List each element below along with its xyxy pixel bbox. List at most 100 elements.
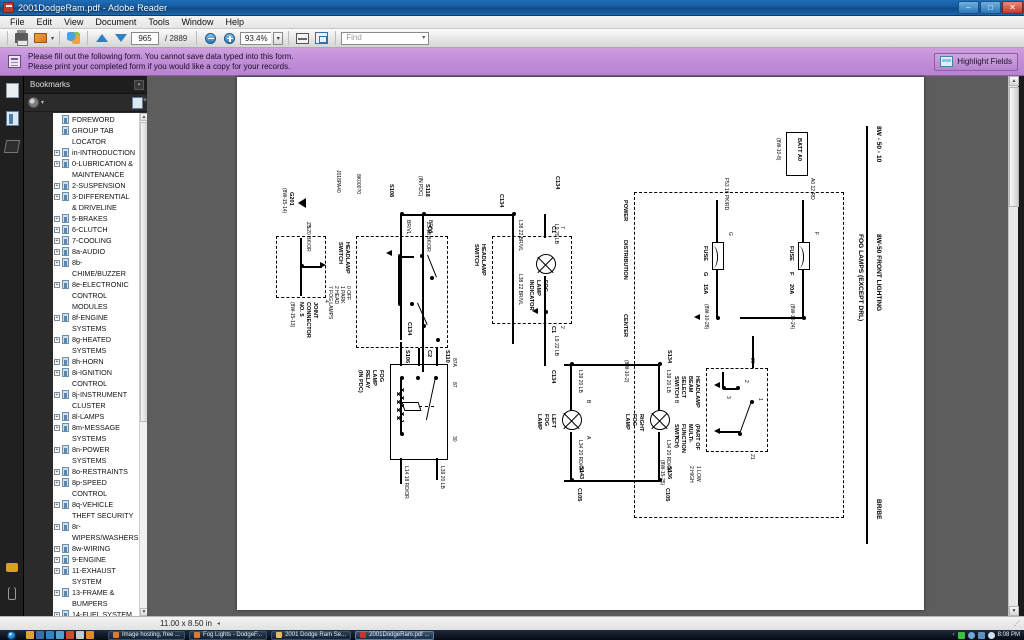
expand-plus-icon[interactable]: + xyxy=(54,193,60,200)
expand-plus-icon[interactable]: + xyxy=(54,424,60,431)
bookmark-item[interactable]: +8o-RESTRAINTS xyxy=(53,466,138,477)
page-size-caret-icon[interactable]: ◂ xyxy=(217,620,220,627)
doc-scroll-thumb[interactable] xyxy=(1009,87,1019,207)
expand-plus-icon[interactable]: + xyxy=(54,259,60,266)
expand-plus-icon[interactable]: + xyxy=(54,556,60,563)
document-scrollbar[interactable]: ▲ ▼ xyxy=(1008,76,1019,616)
bookmark-item[interactable]: +8j-INSTRUMENT CLUSTER xyxy=(53,389,138,411)
doc-scroll-down[interactable]: ▼ xyxy=(1009,606,1019,616)
taskbar-button[interactable]: Fog Lights - DodgeF... xyxy=(189,630,268,640)
menu-document[interactable]: Document xyxy=(89,16,142,28)
expand-plus-icon[interactable]: + xyxy=(54,567,60,574)
expand-plus-icon[interactable]: + xyxy=(54,545,60,552)
bookmark-item[interactable]: +2-SUSPENSION xyxy=(53,180,138,191)
bookmark-item[interactable]: +0-LUBRICATION & MAINTENANCE xyxy=(53,158,138,180)
expand-plus-icon[interactable]: + xyxy=(54,589,60,596)
email-caret[interactable]: ▾ xyxy=(51,35,54,42)
bookmark-item[interactable]: +8n-POWER SYSTEMS xyxy=(53,444,138,466)
bookmark-item[interactable]: +7-COOLING xyxy=(53,235,138,246)
bookmark-item[interactable]: +8h-HORN xyxy=(53,356,138,367)
bookmark-item[interactable]: +8w-WIRING xyxy=(53,543,138,554)
print-button[interactable] xyxy=(13,30,30,46)
menu-help[interactable]: Help xyxy=(219,16,250,28)
bookmark-item[interactable]: +3-DIFFERENTIAL & DRIVELINE xyxy=(53,191,138,213)
page-number-input[interactable]: 965 xyxy=(131,31,160,45)
explorer-icon[interactable] xyxy=(76,631,84,639)
opera-icon[interactable] xyxy=(66,631,74,639)
nvidia-icon[interactable] xyxy=(957,631,965,639)
expand-plus-icon[interactable]: + xyxy=(54,391,60,398)
bookmark-item[interactable]: +6-CLUTCH xyxy=(53,224,138,235)
previous-page-button[interactable] xyxy=(93,30,110,46)
comments-icon[interactable] xyxy=(6,563,18,572)
media-player-icon[interactable] xyxy=(36,631,44,639)
expand-plus-icon[interactable]: + xyxy=(54,336,60,343)
firefox-icon[interactable] xyxy=(56,631,64,639)
bookmark-item[interactable]: GROUP TAB LOCATOR xyxy=(53,125,138,147)
expand-plus-icon[interactable]: + xyxy=(54,468,60,475)
bookmark-item[interactable]: +8b-CHIME/BUZZER xyxy=(53,257,138,279)
menu-file[interactable]: File xyxy=(4,16,31,28)
bookmark-item[interactable]: FOREWORD xyxy=(53,114,138,125)
find-input[interactable]: Find ▾ xyxy=(341,31,430,45)
start-button[interactable] xyxy=(0,630,22,640)
expand-plus-icon[interactable]: + xyxy=(54,446,60,453)
options-caret-icon[interactable]: ▾ xyxy=(41,99,44,106)
zoom-dropdown-button[interactable]: ▾ xyxy=(273,31,284,45)
bookmark-item[interactable]: +8q-VEHICLE THEFT SECURITY xyxy=(53,499,138,521)
maximize-button[interactable]: □ xyxy=(980,0,1001,14)
expand-plus-icon[interactable]: + xyxy=(54,226,60,233)
expand-plus-icon[interactable]: + xyxy=(54,149,60,156)
bookmarks-scroll-down[interactable]: ▼ xyxy=(140,608,147,616)
expand-plus-icon[interactable]: + xyxy=(54,479,60,486)
find-caret-icon[interactable]: ▾ xyxy=(422,32,425,44)
fit-page-button[interactable] xyxy=(313,30,330,46)
bookmark-item[interactable]: +14-FUEL SYSTEM xyxy=(53,609,138,616)
ie-icon[interactable] xyxy=(46,631,54,639)
taskbar-button[interactable]: 2001 Dodge Ram Se... xyxy=(271,630,352,640)
bookmark-item[interactable]: +8r-WIPERS/WASHERS xyxy=(53,521,138,543)
expand-plus-icon[interactable]: + xyxy=(54,314,60,321)
update-icon[interactable] xyxy=(967,631,975,639)
bookmarks-scrollbar[interactable]: ▲ ▼ xyxy=(139,113,147,616)
new-bookmark-icon[interactable] xyxy=(132,96,147,109)
expand-plus-icon[interactable]: + xyxy=(54,501,60,508)
pages-panel-button[interactable] xyxy=(0,76,24,104)
taskbar-button[interactable]: 2001DodgeRam.pdf ... xyxy=(355,630,435,640)
bookmarks-panel-button[interactable] xyxy=(0,104,24,132)
bookmark-item[interactable]: +8e-ELECTRONIC CONTROL MODULES xyxy=(53,279,138,312)
expand-plus-icon[interactable]: + xyxy=(54,413,60,420)
bookmark-item[interactable]: +8m-MESSAGE SYSTEMS xyxy=(53,422,138,444)
bookmarks-scroll-thumb[interactable] xyxy=(140,122,147,422)
zoom-in-button[interactable] xyxy=(221,30,238,46)
show-desktop-icon[interactable] xyxy=(26,631,34,639)
bookmark-item[interactable]: +8f-ENGINE SYSTEMS xyxy=(53,312,138,334)
volume-icon[interactable] xyxy=(987,631,995,639)
expand-plus-icon[interactable]: + xyxy=(54,160,60,167)
expand-plus-icon[interactable]: + xyxy=(54,281,60,288)
document-viewport[interactable]: 8W - 50 - 10 8W-50 FRONT LIGHTING BR/BE … xyxy=(147,76,1019,616)
expand-plus-icon[interactable]: + xyxy=(54,358,60,365)
menu-edit[interactable]: Edit xyxy=(31,16,59,28)
bookmark-item[interactable]: +8i-IGNITION CONTROL xyxy=(53,367,138,389)
bookmark-item[interactable]: +8a-AUDIO xyxy=(53,246,138,257)
bookmark-item[interactable]: +11-EXHAUST SYSTEM xyxy=(53,565,138,587)
email-button[interactable] xyxy=(32,30,49,46)
create-pdf-button[interactable] xyxy=(65,30,82,46)
firefox2-icon[interactable] xyxy=(86,631,94,639)
resize-grip-icon[interactable]: ⋰ xyxy=(1014,620,1020,627)
expand-plus-icon[interactable]: + xyxy=(54,215,60,222)
expand-plus-icon[interactable]: + xyxy=(54,237,60,244)
taskbar-clock[interactable]: 8:08 PM xyxy=(998,632,1020,638)
menu-view[interactable]: View xyxy=(58,16,89,28)
fit-width-button[interactable] xyxy=(294,30,311,46)
bookmarks-collapse-button[interactable]: ▪ xyxy=(134,79,144,90)
network-icon[interactable] xyxy=(977,631,985,639)
expand-plus-icon[interactable]: + xyxy=(54,523,60,530)
signatures-panel-button[interactable] xyxy=(0,132,24,160)
menu-window[interactable]: Window xyxy=(175,16,219,28)
menu-tools[interactable]: Tools xyxy=(142,16,175,28)
highlight-fields-button[interactable]: Highlight Fields xyxy=(934,52,1018,71)
bookmarks-list[interactable]: FOREWORD GROUP TAB LOCATOR + in-INTRODUCTIO… xyxy=(53,113,147,616)
minimize-button[interactable]: – xyxy=(958,0,979,14)
